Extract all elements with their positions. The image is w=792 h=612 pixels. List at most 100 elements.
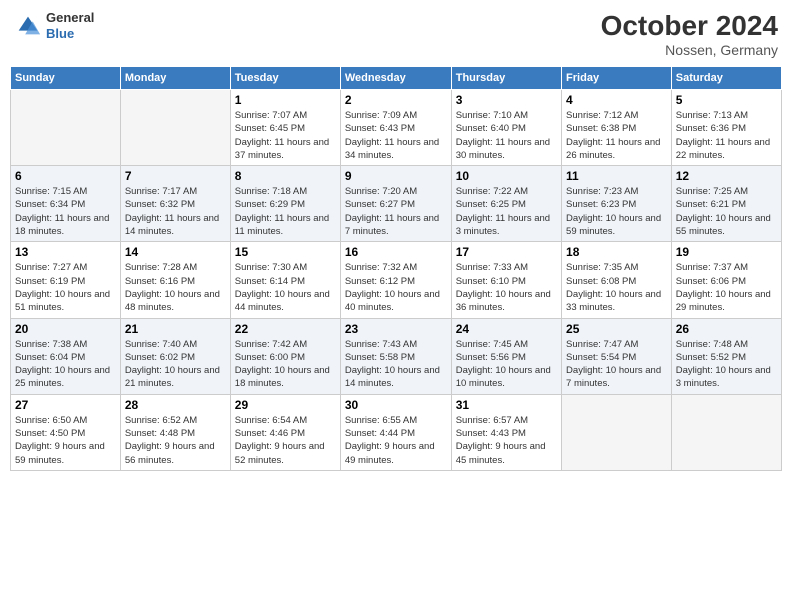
day-info: Sunrise: 7:33 AM Sunset: 6:10 PM Dayligh…	[456, 261, 557, 314]
calendar-cell: 28Sunrise: 6:52 AM Sunset: 4:48 PM Dayli…	[120, 394, 230, 470]
calendar-cell	[11, 90, 121, 166]
calendar-cell: 27 Sunrise: 6:50 AM Sunset: 4:50 PM Dayli…	[11, 394, 121, 470]
weekday-header-sunday: Sunday	[11, 67, 121, 90]
logo: General Blue	[14, 10, 94, 41]
day-info: Sunrise: 7:40 AM Sunset: 6:02 PM Dayligh…	[125, 338, 226, 391]
day-info: Sunrise: 7:13 AM Sunset: 6:36 PM Dayligh…	[676, 109, 777, 162]
day-number: 6	[15, 169, 116, 183]
title-block: October 2024 Nossen, Germany	[601, 10, 778, 58]
calendar-cell: 8 Sunrise: 7:18 AM Sunset: 6:29 PM Daylig…	[230, 166, 340, 242]
day-number: 11	[566, 169, 667, 183]
calendar-cell: 23 Sunrise: 7:43 AM Sunset: 5:58 PM Dayli…	[340, 318, 451, 394]
day-info: Sunrise: 7:48 AM Sunset: 5:52 PM Dayligh…	[676, 338, 777, 391]
calendar-cell: 21 Sunrise: 7:40 AM Sunset: 6:02 PM Dayli…	[120, 318, 230, 394]
calendar-cell: 22 Sunrise: 7:42 AM Sunset: 6:00 PM Dayli…	[230, 318, 340, 394]
calendar-cell: 17Sunrise: 7:33 AM Sunset: 6:10 PM Dayli…	[451, 242, 561, 318]
day-number: 20	[15, 322, 116, 336]
calendar-week-row: 27 Sunrise: 6:50 AM Sunset: 4:50 PM Dayli…	[11, 394, 782, 470]
day-number: 7	[125, 169, 226, 183]
calendar-cell	[120, 90, 230, 166]
calendar-cell	[562, 394, 672, 470]
calendar-cell: 14Sunrise: 7:28 AM Sunset: 6:16 PM Dayli…	[120, 242, 230, 318]
day-number: 25	[566, 322, 667, 336]
weekday-header-tuesday: Tuesday	[230, 67, 340, 90]
calendar-cell: 2 Sunrise: 7:09 AM Sunset: 6:43 PM Daylig…	[340, 90, 451, 166]
calendar-cell: 1Sunrise: 7:07 AM Sunset: 6:45 PM Daylig…	[230, 90, 340, 166]
weekday-header-saturday: Saturday	[671, 67, 781, 90]
day-info: Sunrise: 6:52 AM Sunset: 4:48 PM Dayligh…	[125, 414, 226, 467]
calendar-cell: 9 Sunrise: 7:20 AM Sunset: 6:27 PM Daylig…	[340, 166, 451, 242]
page-header: General Blue October 2024 Nossen, German…	[10, 10, 782, 58]
weekday-header-wednesday: Wednesday	[340, 67, 451, 90]
day-info: Sunrise: 6:50 AM Sunset: 4:50 PM Dayligh…	[15, 414, 116, 467]
calendar-cell: 16Sunrise: 7:32 AM Sunset: 6:12 PM Dayli…	[340, 242, 451, 318]
day-number: 31	[456, 398, 557, 412]
day-number: 4	[566, 93, 667, 107]
day-number: 18	[566, 245, 667, 259]
calendar-cell: 13 Sunrise: 7:27 AM Sunset: 6:19 PM Dayli…	[11, 242, 121, 318]
day-number: 5	[676, 93, 777, 107]
day-info: Sunrise: 6:57 AM Sunset: 4:43 PM Dayligh…	[456, 414, 557, 467]
weekday-header-thursday: Thursday	[451, 67, 561, 90]
calendar-cell: 26 Sunrise: 7:48 AM Sunset: 5:52 PM Dayli…	[671, 318, 781, 394]
calendar-week-row: 1Sunrise: 7:07 AM Sunset: 6:45 PM Daylig…	[11, 90, 782, 166]
logo-general-text: General	[46, 10, 94, 26]
calendar-table: SundayMondayTuesdayWednesdayThursdayFrid…	[10, 66, 782, 471]
day-info: Sunrise: 7:10 AM Sunset: 6:40 PM Dayligh…	[456, 109, 557, 162]
day-number: 15	[235, 245, 336, 259]
calendar-week-row: 13 Sunrise: 7:27 AM Sunset: 6:19 PM Dayli…	[11, 242, 782, 318]
calendar-cell: 11 Sunrise: 7:23 AM Sunset: 6:23 PM Dayli…	[562, 166, 672, 242]
calendar-week-row: 6 Sunrise: 7:15 AM Sunset: 6:34 PM Daylig…	[11, 166, 782, 242]
calendar-cell: 12 Sunrise: 7:25 AM Sunset: 6:21 PM Dayli…	[671, 166, 781, 242]
day-number: 23	[345, 322, 447, 336]
day-number: 10	[456, 169, 557, 183]
calendar-cell: 10Sunrise: 7:22 AM Sunset: 6:25 PM Dayli…	[451, 166, 561, 242]
day-number: 1	[235, 93, 336, 107]
day-info: Sunrise: 7:37 AM Sunset: 6:06 PM Dayligh…	[676, 261, 777, 314]
day-info: Sunrise: 7:45 AM Sunset: 5:56 PM Dayligh…	[456, 338, 557, 391]
calendar-cell: 18Sunrise: 7:35 AM Sunset: 6:08 PM Dayli…	[562, 242, 672, 318]
logo-blue-text: Blue	[46, 26, 94, 42]
day-number: 16	[345, 245, 447, 259]
day-info: Sunrise: 7:09 AM Sunset: 6:43 PM Dayligh…	[345, 109, 447, 162]
day-info: Sunrise: 7:17 AM Sunset: 6:32 PM Dayligh…	[125, 185, 226, 238]
day-number: 26	[676, 322, 777, 336]
weekday-header-friday: Friday	[562, 67, 672, 90]
logo-icon	[14, 12, 42, 40]
day-info: Sunrise: 7:43 AM Sunset: 5:58 PM Dayligh…	[345, 338, 447, 391]
day-info: Sunrise: 7:47 AM Sunset: 5:54 PM Dayligh…	[566, 338, 667, 391]
day-number: 3	[456, 93, 557, 107]
day-number: 9	[345, 169, 447, 183]
calendar-cell: 6 Sunrise: 7:15 AM Sunset: 6:34 PM Daylig…	[11, 166, 121, 242]
calendar-cell	[671, 394, 781, 470]
day-info: Sunrise: 7:30 AM Sunset: 6:14 PM Dayligh…	[235, 261, 336, 314]
day-number: 13	[15, 245, 116, 259]
day-info: Sunrise: 7:42 AM Sunset: 6:00 PM Dayligh…	[235, 338, 336, 391]
day-number: 30	[345, 398, 447, 412]
calendar-cell: 7 Sunrise: 7:17 AM Sunset: 6:32 PM Daylig…	[120, 166, 230, 242]
calendar-cell: 20 Sunrise: 7:38 AM Sunset: 6:04 PM Dayli…	[11, 318, 121, 394]
day-number: 2	[345, 93, 447, 107]
day-info: Sunrise: 7:18 AM Sunset: 6:29 PM Dayligh…	[235, 185, 336, 238]
calendar-cell: 4 Sunrise: 7:12 AM Sunset: 6:38 PM Daylig…	[562, 90, 672, 166]
day-info: Sunrise: 7:12 AM Sunset: 6:38 PM Dayligh…	[566, 109, 667, 162]
calendar-week-row: 20 Sunrise: 7:38 AM Sunset: 6:04 PM Dayli…	[11, 318, 782, 394]
day-number: 21	[125, 322, 226, 336]
day-number: 8	[235, 169, 336, 183]
day-info: Sunrise: 7:20 AM Sunset: 6:27 PM Dayligh…	[345, 185, 447, 238]
calendar-cell: 25 Sunrise: 7:47 AM Sunset: 5:54 PM Dayli…	[562, 318, 672, 394]
calendar-cell: 3 Sunrise: 7:10 AM Sunset: 6:40 PM Daylig…	[451, 90, 561, 166]
day-number: 27	[15, 398, 116, 412]
calendar-cell: 19Sunrise: 7:37 AM Sunset: 6:06 PM Dayli…	[671, 242, 781, 318]
calendar-cell: 15 Sunrise: 7:30 AM Sunset: 6:14 PM Dayli…	[230, 242, 340, 318]
day-number: 22	[235, 322, 336, 336]
day-info: Sunrise: 7:28 AM Sunset: 6:16 PM Dayligh…	[125, 261, 226, 314]
day-info: Sunrise: 7:15 AM Sunset: 6:34 PM Dayligh…	[15, 185, 116, 238]
day-info: Sunrise: 7:27 AM Sunset: 6:19 PM Dayligh…	[15, 261, 116, 314]
calendar-cell: 30Sunrise: 6:55 AM Sunset: 4:44 PM Dayli…	[340, 394, 451, 470]
day-info: Sunrise: 7:23 AM Sunset: 6:23 PM Dayligh…	[566, 185, 667, 238]
day-number: 12	[676, 169, 777, 183]
calendar-cell: 29Sunrise: 6:54 AM Sunset: 4:46 PM Dayli…	[230, 394, 340, 470]
day-info: Sunrise: 7:38 AM Sunset: 6:04 PM Dayligh…	[15, 338, 116, 391]
day-info: Sunrise: 7:25 AM Sunset: 6:21 PM Dayligh…	[676, 185, 777, 238]
